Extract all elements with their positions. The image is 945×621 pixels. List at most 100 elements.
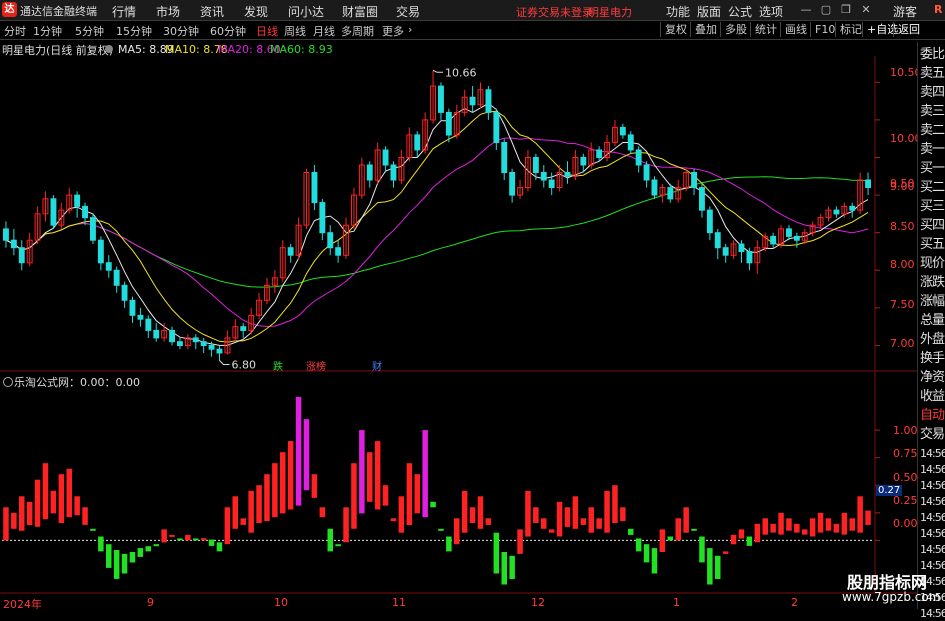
osc-bar <box>145 546 151 552</box>
osc-bar <box>208 539 215 546</box>
panel-item[interactable]: 买一 <box>920 161 945 176</box>
candle-body <box>501 142 508 174</box>
panel-item[interactable]: 买四 <box>920 218 945 233</box>
osc-bar <box>232 496 238 529</box>
osc-bar <box>200 538 207 541</box>
candle-body <box>738 243 745 252</box>
panel-item[interactable]: 买五 <box>920 237 945 252</box>
candle-body <box>438 85 444 113</box>
tick-time: 14:56 <box>920 463 945 476</box>
osc-bar <box>738 529 745 539</box>
candle-body <box>667 187 674 200</box>
osc-bar <box>374 441 381 510</box>
chart-canvas[interactable]: 10.66 6.80 <box>0 0 945 609</box>
candle-body <box>319 202 326 234</box>
panel-item[interactable]: 卖一 <box>920 142 945 157</box>
osc-bar <box>691 528 697 531</box>
panel-item[interactable]: 卖五 <box>920 66 945 81</box>
candle-body <box>714 232 721 249</box>
panel-item[interactable]: 现价 <box>920 256 945 271</box>
candle-body <box>596 149 603 158</box>
candle-body <box>390 164 397 181</box>
candle-body <box>770 235 777 245</box>
candle-body <box>580 157 587 166</box>
osc-bar <box>786 518 792 531</box>
osc-bar <box>556 501 563 537</box>
candle-body <box>414 134 421 151</box>
tick-time: 14:56 <box>920 511 945 524</box>
candle-body <box>240 326 247 332</box>
panel-item[interactable]: 买二 <box>920 180 945 195</box>
candle-body <box>74 194 81 207</box>
event-marker-rank[interactable]: 涨榜 <box>306 358 326 373</box>
panel-item[interactable]: 净资 <box>920 370 945 385</box>
candle-body <box>706 209 713 234</box>
osc-bar <box>113 550 120 579</box>
osc-bar <box>580 518 587 525</box>
candle-body <box>169 329 176 343</box>
candle-body <box>129 299 136 316</box>
osc-bar <box>430 501 436 508</box>
candle-body <box>200 341 207 347</box>
panel-item[interactable]: 卖二 <box>920 123 945 138</box>
panel-item-auto[interactable]: 自动 <box>920 408 945 423</box>
panel-item[interactable]: 换手 <box>920 351 945 366</box>
high-marker-arrow <box>432 69 444 73</box>
osc-bar <box>675 518 681 541</box>
panel-item[interactable]: 卖四 <box>920 85 945 100</box>
candle-body <box>287 247 294 256</box>
indicator-settings-icon[interactable] <box>105 45 113 53</box>
sub-indicator-settings-icon[interactable] <box>3 377 13 387</box>
osc-bar <box>248 490 254 533</box>
event-marker-fall[interactable]: 跌 <box>273 358 283 373</box>
osc-bar <box>770 523 776 533</box>
osc-bar <box>643 544 650 563</box>
panel-item[interactable]: 外盘 <box>920 332 945 347</box>
osc-bar <box>825 518 832 531</box>
osc-bar <box>256 485 262 523</box>
candle-body <box>90 217 96 241</box>
panel-item[interactable]: 总量 <box>920 313 945 328</box>
candle-body <box>335 247 342 256</box>
candle-body <box>691 172 697 188</box>
osc-bar <box>509 555 515 579</box>
osc-bar <box>865 510 871 525</box>
osc-bar <box>485 518 492 525</box>
osc-bar <box>359 430 365 514</box>
osc-bar <box>240 518 246 525</box>
panel-item[interactable]: 收益 <box>920 389 945 404</box>
osc-bar <box>3 507 9 541</box>
panel-item[interactable]: 涨跌 <box>920 275 945 290</box>
candle-body <box>699 187 705 211</box>
panel-item[interactable]: 卖三 <box>920 104 945 119</box>
candle-body <box>145 318 152 331</box>
panel-item[interactable]: 涨幅 <box>920 294 945 309</box>
osc-bar <box>857 496 863 533</box>
watermark-url: www.7gpzb.com <box>842 590 941 604</box>
osc-bar <box>454 518 460 545</box>
osc-bar <box>19 496 25 531</box>
y-tick-label: 9.00 <box>890 180 915 193</box>
osc-bar <box>161 529 167 543</box>
osc-bar <box>11 512 17 529</box>
candle-body <box>18 247 25 264</box>
panel-item[interactable]: 买三 <box>920 199 945 214</box>
x-tick-label: 1 <box>673 596 680 609</box>
candle-body <box>793 235 800 241</box>
ma20-line <box>5 137 869 328</box>
osc-bar <box>477 496 484 529</box>
panel-item[interactable]: 委比 <box>920 47 945 62</box>
candle-body <box>177 341 183 347</box>
event-marker-finance[interactable]: 财 <box>372 358 382 373</box>
osc-bar <box>438 528 444 531</box>
osc-bar <box>604 490 610 533</box>
osc-bar <box>42 463 49 520</box>
y-tick-label: 7.50 <box>890 298 915 311</box>
chart-title: 明星电力(日线 前复权) <box>2 44 114 57</box>
sub-y-tick-label: 0.00 <box>893 517 918 530</box>
osc-bar <box>541 518 547 529</box>
osc-bar <box>66 468 72 518</box>
osc-bar <box>809 518 816 537</box>
candle-body <box>746 251 753 264</box>
panel-item-trade[interactable]: 交易 <box>920 427 945 442</box>
